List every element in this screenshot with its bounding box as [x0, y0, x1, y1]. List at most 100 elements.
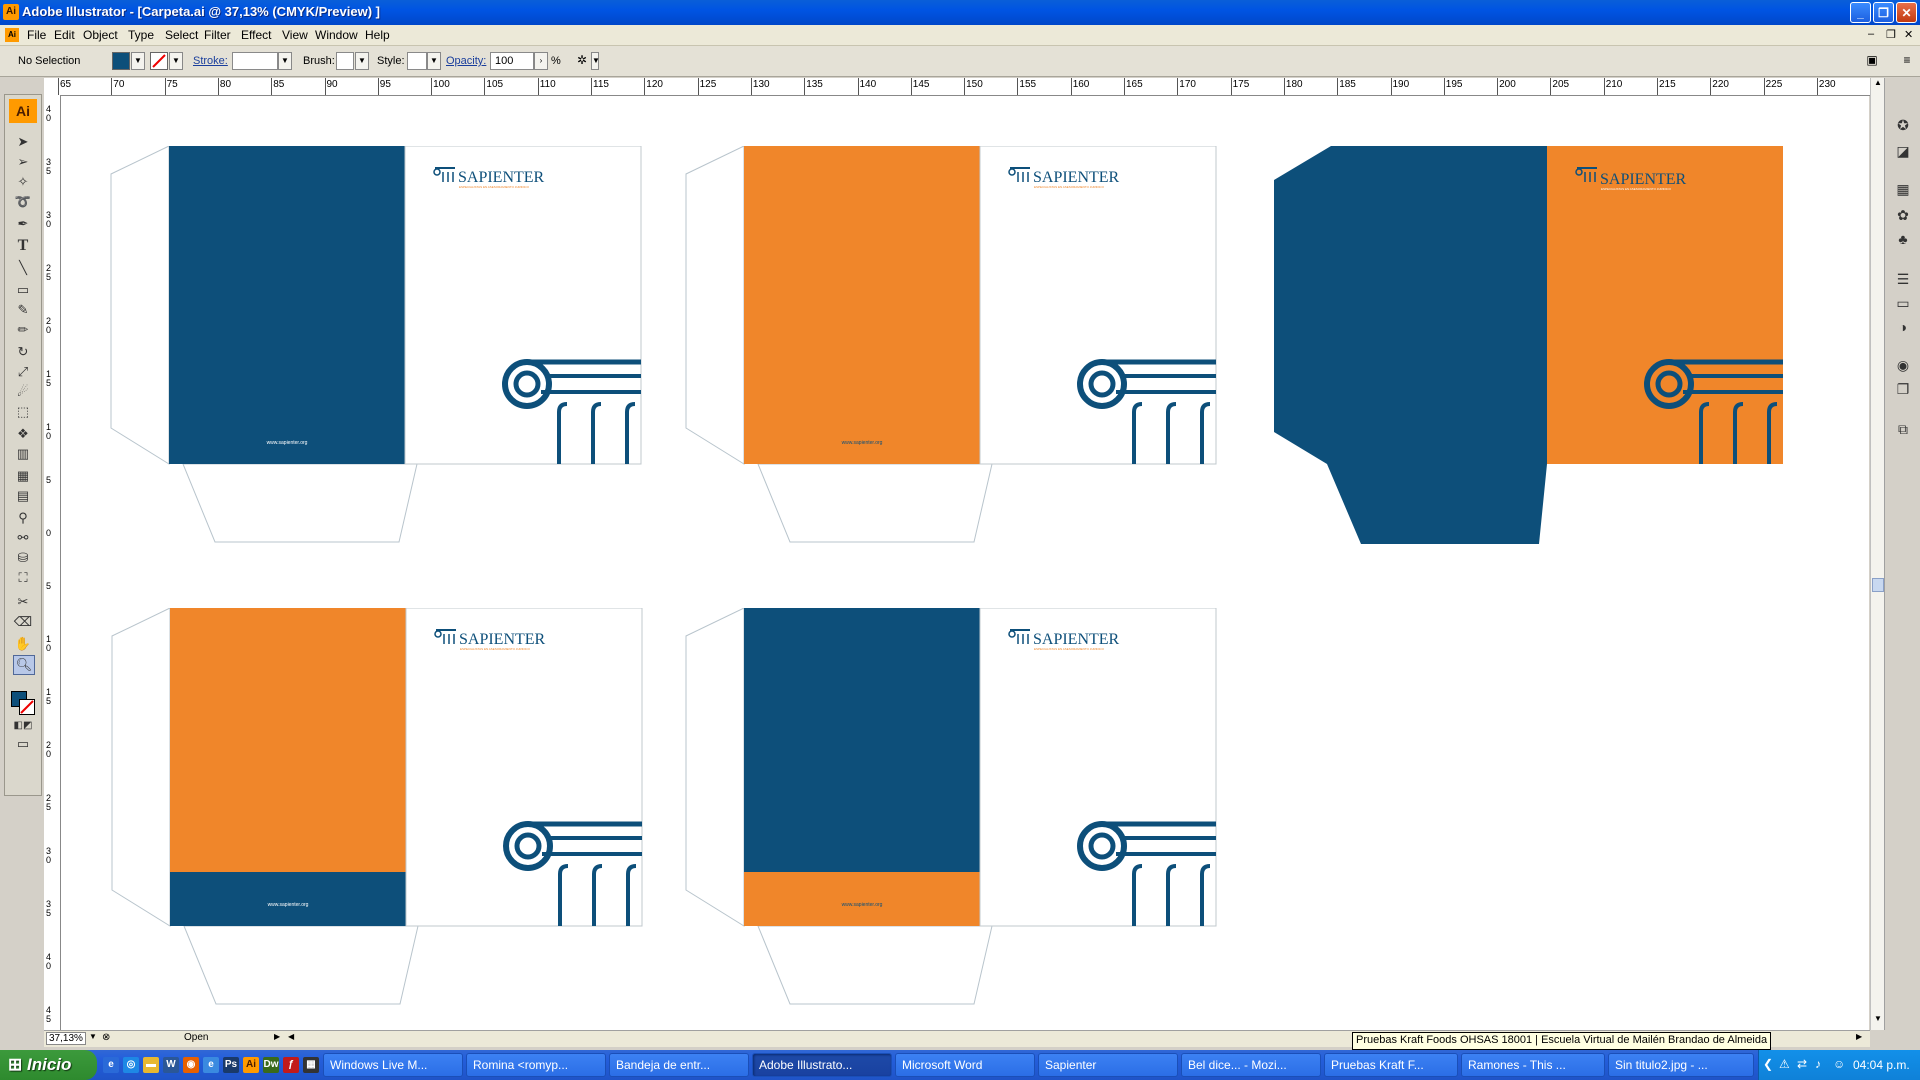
scroll-down-icon[interactable]: ▼: [1872, 1014, 1884, 1028]
artboard-canvas[interactable]: SAPIENTER ESPECIALISTAS EN ASESORAMIENTO…: [61, 96, 1869, 1030]
task-ramones[interactable]: Ramones - This ...: [1461, 1053, 1605, 1077]
blend-tool-icon[interactable]: ⚯: [13, 529, 33, 547]
eyedropper-tool-icon[interactable]: ⚲: [13, 509, 33, 527]
brush-dropdown[interactable]: ▼: [355, 52, 369, 70]
menu-file[interactable]: File: [27, 28, 46, 42]
menu-edit[interactable]: Edit: [54, 28, 75, 42]
zoom-tool-icon[interactable]: 🔍︎: [13, 655, 35, 675]
restore-button[interactable]: ❐: [1873, 2, 1894, 23]
selection-tool-icon[interactable]: ➤: [13, 133, 33, 151]
folder-design-4[interactable]: SAPIENTER ESPECIALISTAS EN ASESORAMIENTO…: [104, 608, 664, 1016]
scroll-right-icon[interactable]: ▶: [1856, 1032, 1862, 1041]
live-paint-tool-icon[interactable]: ⛁: [13, 549, 33, 567]
status-arrow[interactable]: ▶: [274, 1032, 280, 1041]
scroll-up-icon[interactable]: ▲: [1872, 78, 1884, 92]
paintbrush-tool-icon[interactable]: ✎: [13, 301, 33, 319]
free-transform-tool-icon[interactable]: ⬚: [13, 403, 33, 421]
calc-icon[interactable]: ▦: [303, 1057, 319, 1073]
zoom-dropdown[interactable]: ▼: [87, 1032, 99, 1045]
tray-messenger-icon[interactable]: ☺: [1833, 1057, 1845, 1071]
style-dropdown[interactable]: ▼: [427, 52, 441, 70]
swatches-icon[interactable]: ▦: [1891, 178, 1915, 200]
flash-icon[interactable]: ƒ: [283, 1057, 299, 1073]
brushes-icon[interactable]: ✿: [1891, 204, 1915, 226]
scale-tool-icon[interactable]: ⤢: [13, 363, 33, 381]
ie2-icon[interactable]: e: [203, 1057, 219, 1073]
stroke-weight-dropdown[interactable]: ▼: [278, 52, 292, 70]
menu-view[interactable]: View: [282, 28, 308, 42]
dreamweaver-icon[interactable]: Dw: [263, 1057, 279, 1073]
minimize-button[interactable]: _: [1850, 2, 1871, 23]
opacity-field[interactable]: 100: [490, 52, 534, 70]
stroke-weight-field[interactable]: [232, 52, 278, 70]
opacity-arrow[interactable]: ›: [534, 52, 548, 70]
doc-minimize-icon[interactable]: –: [1868, 28, 1874, 40]
photoshop-icon[interactable]: Ps: [223, 1057, 239, 1073]
fill-swatch[interactable]: [112, 52, 130, 70]
folder-icon[interactable]: ▬: [143, 1057, 159, 1073]
menu-object[interactable]: Object: [83, 28, 118, 42]
folder-design-2[interactable]: SAPIENTER ESPECIALISTAS EN ASESORAMIENTO…: [678, 146, 1238, 554]
symbols-icon[interactable]: ♣: [1891, 228, 1915, 250]
tray-network-icon[interactable]: ⇄: [1797, 1057, 1807, 1071]
brush-panel-icon[interactable]: ✪: [1891, 114, 1915, 136]
zoom-field[interactable]: 37,13%: [46, 1032, 86, 1045]
doc-restore-icon[interactable]: ❐: [1886, 28, 1896, 41]
close-button[interactable]: ✕: [1896, 2, 1917, 23]
live-paint-select-tool-icon[interactable]: ⛶: [13, 569, 33, 587]
layers-icon[interactable]: ⧉: [1891, 418, 1915, 440]
menu-window[interactable]: Window: [315, 28, 358, 42]
tray-alert-icon[interactable]: ⚠: [1779, 1057, 1790, 1071]
transparency-icon[interactable]: ◑: [1891, 316, 1915, 338]
task-sapienter[interactable]: Sapienter: [1038, 1053, 1178, 1077]
vertical-scrollbar[interactable]: ▲ ▼: [1870, 78, 1885, 1030]
eraser-tool-icon[interactable]: ⌫: [13, 613, 33, 631]
type-tool-icon[interactable]: T: [13, 237, 33, 255]
recolor-dropdown[interactable]: ▼: [591, 52, 600, 70]
firefox-icon[interactable]: ◉: [183, 1057, 199, 1073]
artboard-nav-icon[interactable]: ⊗: [102, 1032, 110, 1043]
pen-tool-icon[interactable]: ✒: [13, 215, 33, 233]
doc-close-icon[interactable]: ✕: [1904, 28, 1913, 41]
menu-select[interactable]: Select: [165, 28, 198, 42]
graphic-styles-icon[interactable]: ❐: [1891, 378, 1915, 400]
rectangle-tool-icon[interactable]: ▭: [13, 281, 33, 299]
pencil-tool-icon[interactable]: ✏: [13, 321, 33, 339]
start-button[interactable]: ⊞ Inicio: [0, 1050, 97, 1080]
stroke-label[interactable]: Stroke:: [193, 55, 228, 67]
task-bandeja[interactable]: Bandeja de entr...: [609, 1053, 749, 1077]
doc-icon[interactable]: Ai: [5, 28, 19, 42]
folder-design-5[interactable]: SAPIENTER ESPECIALISTAS EN ASESORAMIENTO…: [678, 608, 1238, 1016]
gradient-tool-icon[interactable]: ▤: [13, 487, 33, 505]
graph-tool-icon[interactable]: ▥: [13, 445, 33, 463]
task-microsoft-word[interactable]: Microsoft Word: [895, 1053, 1035, 1077]
opacity-label[interactable]: Opacity:: [446, 55, 486, 67]
scroll-thumb[interactable]: [1872, 578, 1884, 592]
clock[interactable]: 04:04 p.m.: [1853, 1058, 1910, 1072]
status-text[interactable]: Open: [184, 1032, 208, 1043]
color-guide-icon[interactable]: ◪: [1891, 140, 1915, 162]
folder-design-1[interactable]: SAPIENTER ESPECIALISTAS EN ASESORAMIENTO…: [103, 146, 663, 554]
menu-effect[interactable]: Effect: [241, 28, 271, 42]
magic-wand-tool-icon[interactable]: ✧: [13, 173, 33, 191]
tray-expand-icon[interactable]: ❮: [1763, 1057, 1773, 1071]
ie-icon[interactable]: e: [103, 1057, 119, 1073]
line-tool-icon[interactable]: ╲: [13, 259, 33, 277]
word-icon[interactable]: W: [163, 1057, 179, 1073]
control-menu-icon[interactable]: ≡: [1900, 53, 1914, 69]
lasso-tool-icon[interactable]: ➰: [13, 193, 33, 211]
tray-volume-icon[interactable]: ♪: [1815, 1057, 1821, 1071]
scroll-left-icon[interactable]: ◀: [288, 1032, 294, 1041]
menu-filter[interactable]: Filter: [204, 28, 231, 42]
recolor-icon[interactable]: ✲: [573, 53, 591, 69]
folder-design-3[interactable]: SAPIENTER ESPECIALISTAS EN ASESORAMIENTO…: [1261, 146, 1821, 554]
direct-selection-tool-icon[interactable]: ➢: [13, 153, 33, 171]
appearance-icon[interactable]: ◉: [1891, 354, 1915, 376]
style-field[interactable]: [407, 52, 427, 70]
mesh-tool-icon[interactable]: ▦: [13, 467, 33, 485]
warp-tool-icon[interactable]: ☄: [13, 383, 33, 401]
stroke-swatch[interactable]: [150, 52, 168, 70]
rotate-tool-icon[interactable]: ↻: [13, 343, 33, 361]
symbol-sprayer-tool-icon[interactable]: ❖: [13, 425, 33, 443]
hand-tool-icon[interactable]: ✋: [13, 635, 33, 653]
